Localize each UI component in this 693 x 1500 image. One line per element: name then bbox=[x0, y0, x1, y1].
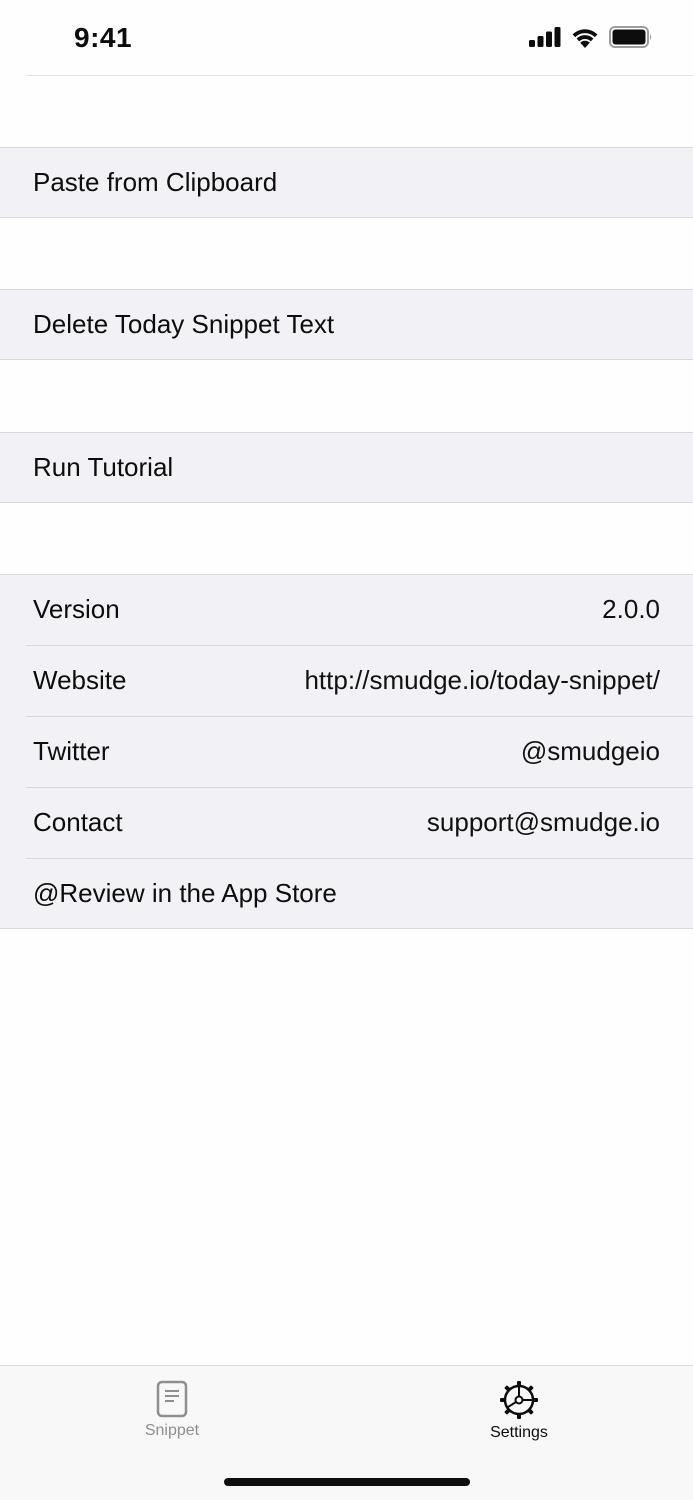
battery-icon bbox=[609, 26, 652, 48]
website-link[interactable]: http://smudge.io/today-snippet/ bbox=[304, 665, 660, 696]
gear-icon bbox=[500, 1381, 538, 1419]
top-separator bbox=[26, 75, 693, 76]
tab-label: Snippet bbox=[144, 1422, 200, 1439]
paste-group: Paste from Clipboard bbox=[0, 147, 693, 218]
status-time: 9:41 bbox=[74, 22, 133, 53]
divider bbox=[0, 928, 693, 929]
status-icons bbox=[529, 26, 653, 48]
contact-row[interactable]: Contact support@smudge.io bbox=[0, 787, 693, 858]
twitter-link[interactable]: @smudgeio bbox=[521, 736, 660, 767]
row-label: Run Tutorial bbox=[33, 452, 174, 482]
twitter-row[interactable]: Twitter @smudgeio bbox=[0, 716, 693, 787]
row-label: Paste from Clipboard bbox=[33, 167, 278, 197]
paste-from-clipboard-row[interactable]: Paste from Clipboard bbox=[0, 147, 693, 218]
row-label: Twitter bbox=[33, 736, 110, 766]
row-label: @Review in the App Store bbox=[33, 878, 337, 908]
delete-snippet-text-row[interactable]: Delete Today Snippet Text bbox=[0, 289, 693, 360]
info-group: Version 2.0.0 Website http://smudge.io/t… bbox=[0, 574, 693, 929]
wifi-icon bbox=[572, 28, 598, 48]
row-label: Contact bbox=[33, 807, 123, 837]
divider bbox=[0, 502, 693, 503]
row-label: Website bbox=[33, 665, 127, 695]
cellular-signal-icon bbox=[529, 27, 561, 47]
review-app-store-row[interactable]: @Review in the App Store bbox=[0, 858, 693, 929]
tab-snippet[interactable]: Snippet bbox=[102, 1380, 242, 1440]
row-label: Version bbox=[33, 594, 120, 624]
divider bbox=[0, 217, 693, 218]
version-row: Version 2.0.0 bbox=[0, 574, 693, 645]
delete-group: Delete Today Snippet Text bbox=[0, 289, 693, 360]
row-label: Delete Today Snippet Text bbox=[33, 309, 335, 339]
tab-settings[interactable]: Settings bbox=[449, 1380, 589, 1442]
status-bar: 9:41 bbox=[0, 0, 693, 76]
run-tutorial-row[interactable]: Run Tutorial bbox=[0, 432, 693, 503]
version-value: 2.0.0 bbox=[602, 594, 660, 624]
website-row[interactable]: Website http://smudge.io/today-snippet/ bbox=[0, 645, 693, 716]
document-icon bbox=[156, 1380, 188, 1418]
tutorial-group: Run Tutorial bbox=[0, 432, 693, 503]
tab-label: Settings bbox=[490, 1424, 548, 1441]
home-indicator bbox=[224, 1478, 470, 1486]
contact-link[interactable]: support@smudge.io bbox=[427, 807, 660, 838]
divider bbox=[0, 359, 693, 360]
